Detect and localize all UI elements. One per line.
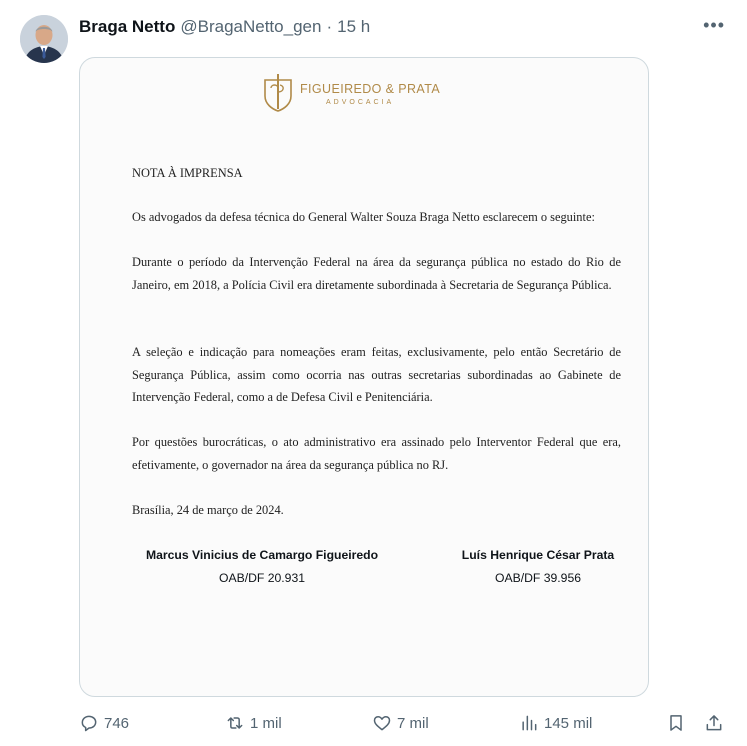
like-button[interactable]: 7 mil — [372, 709, 429, 737]
author-name[interactable]: Braga Netto — [79, 17, 175, 37]
view-count: 145 mil — [544, 714, 593, 732]
separator-dot: · — [326, 17, 333, 36]
profile-photo — [20, 15, 68, 63]
share-icon — [706, 715, 722, 731]
press-note-document: NOTA À IMPRENSA Os advogados da defesa t… — [132, 58, 621, 696]
paragraph-2: Durante o período da Intervenção Federal… — [132, 255, 621, 292]
signature-block-2: Luís Henrique César Prata OAB/DF 39.956 — [458, 544, 618, 589]
bookmark-button[interactable] — [666, 709, 691, 737]
views-chart-icon — [522, 715, 537, 731]
paragraph-4: Por questões burocráticas, o ato adminis… — [132, 435, 621, 472]
author-handle[interactable]: @BragaNetto_gen — [180, 17, 321, 37]
tweet-header: Braga Netto @BragaNetto_gen · 15 h — [79, 15, 727, 39]
views-button[interactable]: 145 mil — [519, 709, 592, 737]
repost-count: 1 mil — [250, 714, 282, 732]
share-button[interactable] — [704, 709, 729, 737]
repost-button[interactable]: 1 mil — [225, 709, 282, 737]
repost-icon — [227, 717, 243, 729]
signature-oab: OAB/DF 39.956 — [494, 570, 582, 585]
signature-oab: OAB/DF 20.931 — [218, 570, 306, 585]
bookmark-icon — [670, 715, 682, 731]
reply-icon — [81, 715, 97, 732]
signature-name: Marcus Vinicius de Camargo Figueiredo — [145, 548, 379, 562]
more-options-icon[interactable]: ••• — [703, 15, 725, 36]
signature-block-1: Marcus Vinicius de Camargo Figueiredo OA… — [142, 544, 382, 589]
date-line: Brasília, 24 de março de 2024. — [132, 503, 284, 517]
paragraph-1: Os advogados da defesa técnica do Genera… — [132, 210, 595, 224]
like-count: 7 mil — [397, 714, 429, 732]
reply-button[interactable]: 746 — [79, 709, 129, 737]
document-heading: NOTA À IMPRENSA — [132, 166, 243, 180]
tweet-actions: 746 1 mil 7 mil 145 mil — [79, 709, 727, 737]
avatar[interactable] — [20, 15, 68, 63]
paragraph-3: A seleção e indicação para nomeações era… — [132, 345, 621, 404]
tweet-image[interactable]: FIGUEIREDO & PRATA ADVOCACIA NOTA À IMPR… — [79, 57, 649, 697]
heart-icon — [373, 716, 391, 731]
reply-count: 746 — [104, 714, 130, 732]
signature-name: Luís Henrique César Prata — [461, 548, 615, 562]
timestamp[interactable]: 15 h — [337, 17, 370, 37]
